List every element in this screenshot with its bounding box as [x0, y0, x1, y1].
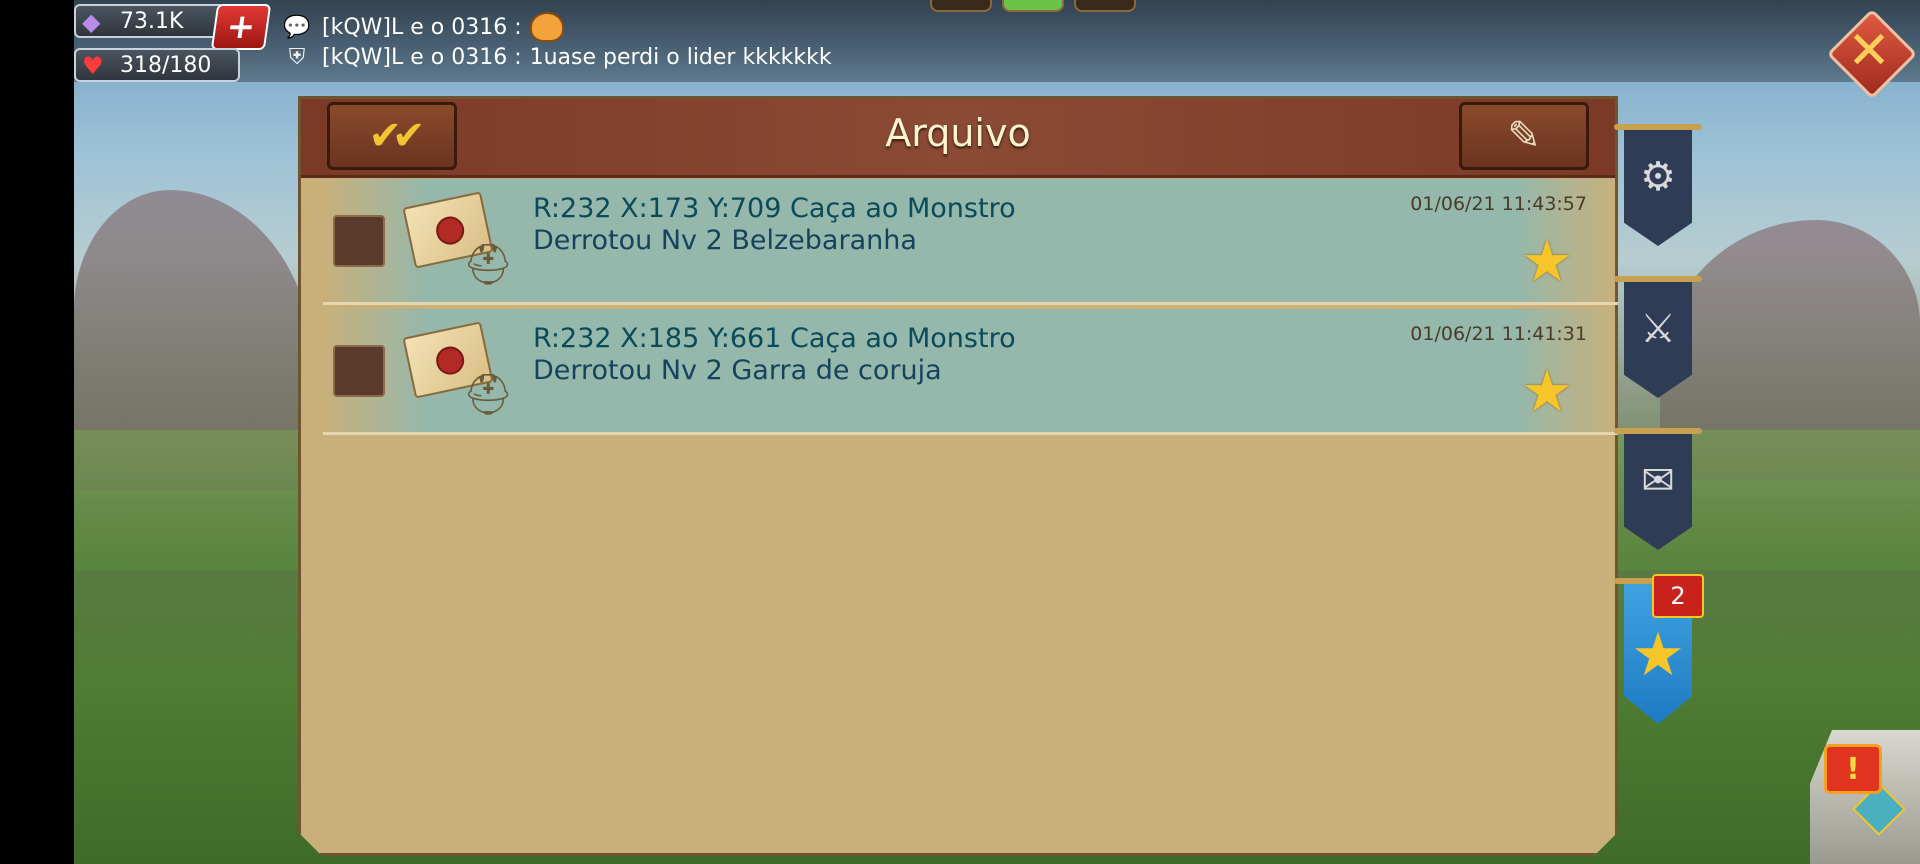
close-icon: ✕: [1847, 21, 1891, 81]
mail-checkbox[interactable]: [333, 345, 385, 397]
guild-shield-icon: ⛨: [288, 44, 306, 70]
chat-sender: [kQW]L e o 0316 :: [322, 14, 522, 40]
helmet-icon: ⛑: [462, 241, 514, 288]
favorites-count-badge: 2: [1652, 574, 1704, 618]
gem-icon: ◆: [82, 8, 101, 36]
gems-value: 73.1K: [120, 8, 184, 34]
mail-subtitle: Derrotou Nv 2 Belzebaranha: [533, 225, 917, 256]
star-icon[interactable]: ★: [1521, 227, 1573, 295]
page-dot: [930, 0, 992, 12]
mail-timestamp: 01/06/21 11:41:31: [1410, 323, 1587, 345]
chat-line[interactable]: 💬 [kQW]L e o 0316 :: [280, 12, 564, 42]
add-gems-label: +: [223, 7, 259, 47]
tab-messages[interactable]: ✉: [1614, 428, 1702, 550]
mail-title: R:232 X:185 Y:661 Caça ao Monstro: [533, 323, 1016, 354]
envelope-icon: ✉: [1641, 458, 1675, 504]
mail-panel: ✔✔ Arquivo ✎ ⛑ R:232 X:173 Y:709 Caça ao…: [298, 96, 1618, 856]
emoji-icon: [529, 12, 564, 42]
panel-header: ✔✔ Arquivo ✎: [301, 99, 1615, 178]
mail-row[interactable]: ⛑ R:232 X:173 Y:709 Caça ao Monstro Derr…: [323, 179, 1619, 305]
mail-title: R:232 X:173 Y:709 Caça ao Monstro: [533, 193, 1016, 224]
heart-icon: ♥: [82, 52, 104, 80]
page-dot: [1074, 0, 1136, 12]
banner-rod: [1614, 428, 1702, 434]
mail-timestamp: 01/06/21 11:43:57: [1410, 193, 1587, 215]
stamina-value: 318/180: [120, 52, 212, 78]
add-gems-button[interactable]: +: [210, 4, 272, 50]
stamina-counter[interactable]: ♥ 318/180: [74, 48, 240, 82]
panel-title: Arquivo: [885, 111, 1031, 155]
compose-button[interactable]: ✎: [1459, 102, 1589, 170]
tab-battle-reports[interactable]: ⚔: [1614, 276, 1702, 398]
mail-subtitle: Derrotou Nv 2 Garra de coruja: [533, 355, 942, 386]
mail-checkbox[interactable]: [333, 215, 385, 267]
chat-sender: [kQW]L e o 0316 :: [322, 44, 522, 70]
alert-icon[interactable]: !: [1824, 744, 1882, 794]
mail-row[interactable]: ⛑ R:232 X:185 Y:661 Caça ao Monstro Derr…: [323, 309, 1619, 435]
scroll-quill-icon: ✎: [1507, 113, 1541, 159]
chat-message: 1uase perdi o lider kkkkkkk: [529, 44, 832, 70]
star-icon[interactable]: ★: [1521, 357, 1573, 425]
close-button[interactable]: ✕: [1826, 8, 1918, 100]
banner-rod: [1614, 276, 1702, 282]
speech-bubble-icon: 💬: [283, 14, 311, 40]
chat-line[interactable]: ⛨ [kQW]L e o 0316 : 1uase perdi o lider …: [280, 44, 832, 70]
gems-counter[interactable]: ◆ 73.1K: [74, 4, 226, 38]
banner-rod: [1614, 124, 1702, 130]
star-icon: ★: [1631, 620, 1685, 690]
page-dot-active: [1002, 0, 1064, 12]
mail-gear-icon: ⚙: [1640, 154, 1676, 200]
page-indicator: [930, 0, 1136, 12]
tab-system-mail[interactable]: ⚙: [1614, 124, 1702, 246]
sword-mail-icon: ⚔: [1640, 306, 1676, 352]
helmet-icon: ⛑: [462, 371, 514, 418]
